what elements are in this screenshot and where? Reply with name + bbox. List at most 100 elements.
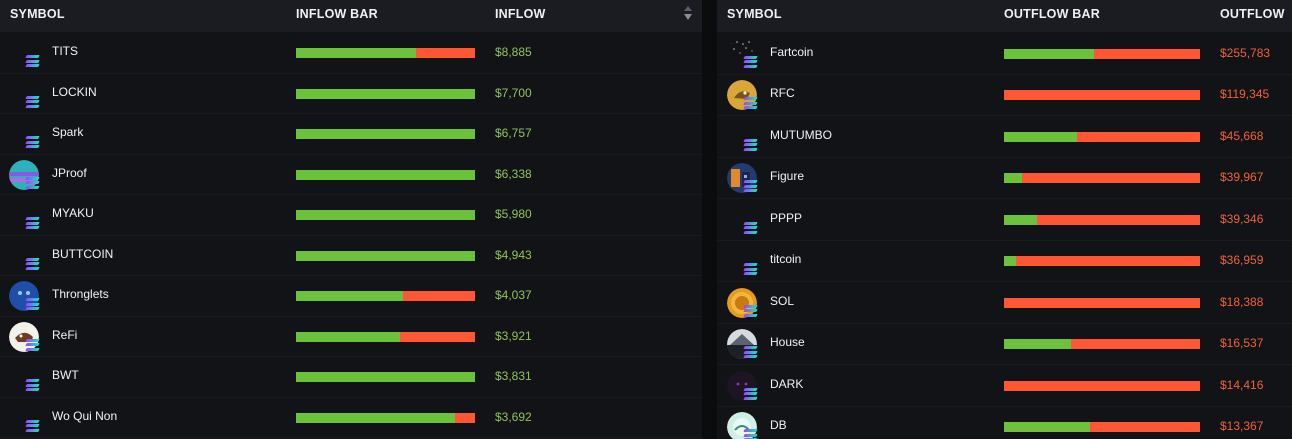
token-symbol[interactable]: LOCKIN bbox=[52, 85, 97, 99]
flow-bar-fill bbox=[296, 129, 475, 140]
flow-bar-fill bbox=[296, 88, 475, 99]
flow-bar bbox=[1004, 90, 1200, 101]
flow-bar bbox=[1004, 214, 1200, 225]
table-row[interactable]: PPPP $39,346 bbox=[717, 199, 1292, 241]
table-row[interactable]: Spark $6,757 bbox=[0, 114, 702, 155]
solana-icon bbox=[743, 429, 758, 439]
table-row[interactable]: ReFi $3,921 bbox=[0, 317, 702, 357]
table-row[interactable]: MYAKU $5,980 bbox=[0, 195, 702, 236]
flow-bar-fill bbox=[1004, 422, 1091, 433]
table-row[interactable]: DARK $14,416 bbox=[717, 365, 1292, 407]
flow-bar bbox=[1004, 297, 1200, 308]
sort-desc-icon[interactable] bbox=[683, 6, 693, 24]
inflow-bar-column-header[interactable]: INFLOW BAR bbox=[296, 7, 378, 21]
token-symbol[interactable]: BUTTCOIN bbox=[52, 247, 113, 261]
token-symbol[interactable]: MUTUMBO bbox=[770, 128, 832, 142]
solana-icon bbox=[743, 55, 758, 68]
token-symbol[interactable]: House bbox=[770, 335, 805, 349]
outflow-bar-column-header[interactable]: OUTFLOW BAR bbox=[1004, 7, 1100, 21]
flow-bar bbox=[1004, 131, 1200, 142]
flow-bar-fill bbox=[296, 331, 400, 342]
inflow-column-header[interactable]: INFLOW bbox=[495, 7, 546, 21]
flow-bar-fill bbox=[1004, 173, 1022, 184]
token-symbol[interactable]: Wo Qui Non bbox=[52, 409, 117, 423]
token-symbol[interactable]: TITS bbox=[52, 44, 78, 58]
token-symbol[interactable]: SOL bbox=[770, 294, 794, 308]
token-symbol[interactable]: MYAKU bbox=[52, 206, 94, 220]
flow-bar bbox=[1004, 48, 1200, 59]
flow-value: $4,037 bbox=[495, 288, 532, 303]
flow-bar bbox=[296, 129, 475, 140]
flow-value: $6,338 bbox=[495, 166, 532, 181]
table-row[interactable]: House $16,537 bbox=[717, 324, 1292, 365]
token-symbol[interactable]: titcoin bbox=[770, 252, 801, 266]
solana-icon bbox=[25, 217, 40, 230]
flow-bar-fill bbox=[296, 250, 475, 261]
flow-value: $39,346 bbox=[1220, 211, 1264, 226]
flow-bar-fill bbox=[296, 48, 416, 59]
flow-value: $7,700 bbox=[495, 85, 532, 100]
token-symbol[interactable]: RFC bbox=[770, 86, 795, 100]
table-row[interactable]: Wo Qui Non $3,692 bbox=[0, 398, 702, 438]
flow-value: $39,967 bbox=[1220, 170, 1264, 185]
flow-bar-fill bbox=[1004, 256, 1016, 267]
token-symbol[interactable]: ReFi bbox=[52, 328, 77, 342]
symbol-column-header[interactable]: SYMBOL bbox=[10, 7, 65, 21]
solana-icon bbox=[743, 180, 758, 193]
outflow-table: SYMBOL OUTFLOW BAR OUTFLOW Fartcoin $255,… bbox=[717, 0, 1292, 439]
flow-bar bbox=[296, 412, 475, 423]
flow-bar-fill bbox=[296, 412, 456, 423]
token-symbol[interactable]: JProof bbox=[52, 166, 87, 180]
flow-value: $6,757 bbox=[495, 126, 532, 141]
flow-bar bbox=[296, 372, 475, 383]
flow-bar-fill bbox=[1004, 48, 1095, 59]
token-symbol[interactable]: BWT bbox=[52, 368, 79, 382]
flow-value: $8,885 bbox=[495, 45, 532, 60]
token-symbol[interactable]: DB bbox=[770, 418, 787, 432]
solana-icon bbox=[25, 257, 40, 270]
flow-value: $255,783 bbox=[1220, 45, 1271, 60]
flow-value: $119,345 bbox=[1220, 87, 1270, 102]
token-symbol[interactable]: Thronglets bbox=[52, 287, 109, 301]
panel-divider bbox=[702, 0, 717, 439]
flow-value: $4,943 bbox=[495, 247, 532, 262]
flow-bar bbox=[296, 331, 475, 342]
symbol-column-header[interactable]: SYMBOL bbox=[727, 7, 782, 21]
table-row[interactable]: Figure $39,967 bbox=[717, 158, 1292, 199]
solana-icon bbox=[25, 419, 40, 432]
solana-icon bbox=[743, 263, 758, 276]
table-row[interactable]: BWT $3,831 bbox=[0, 357, 702, 398]
table-row[interactable]: Fartcoin $255,783 bbox=[717, 33, 1292, 75]
flow-value: $3,921 bbox=[495, 328, 532, 343]
flow-bar bbox=[296, 210, 475, 221]
token-symbol[interactable]: Fartcoin bbox=[770, 45, 813, 59]
flow-bar bbox=[296, 88, 475, 99]
flow-bar bbox=[296, 169, 475, 180]
flow-bar bbox=[1004, 339, 1200, 350]
flow-bar bbox=[1004, 256, 1200, 267]
table-row[interactable]: RFC $119,345 bbox=[717, 75, 1292, 116]
table-row[interactable]: Thronglets $4,037 bbox=[0, 276, 702, 317]
solana-icon bbox=[25, 95, 40, 108]
outflow-column-header[interactable]: OUTFLOW bbox=[1220, 7, 1285, 21]
table-row[interactable]: SOL $18,388 bbox=[717, 282, 1292, 324]
outflow-table-header: SYMBOL OUTFLOW BAR OUTFLOW bbox=[717, 0, 1292, 32]
inflow-table-header: SYMBOL INFLOW BAR INFLOW bbox=[0, 0, 702, 32]
table-row[interactable]: JProof $6,338 bbox=[0, 155, 702, 195]
flow-bar bbox=[296, 250, 475, 261]
token-symbol[interactable]: Figure bbox=[770, 169, 804, 183]
table-row[interactable]: titcoin $36,959 bbox=[717, 241, 1292, 282]
table-row[interactable]: MUTUMBO $45,668 bbox=[717, 116, 1292, 158]
flow-value: $18,388 bbox=[1220, 294, 1264, 309]
solana-icon bbox=[25, 298, 40, 311]
token-symbol[interactable]: DARK bbox=[770, 377, 803, 391]
table-row[interactable]: TITS $8,885 bbox=[0, 33, 702, 74]
solana-icon bbox=[743, 387, 758, 400]
flow-bar-fill bbox=[296, 210, 475, 221]
table-row[interactable]: DB $13,367 bbox=[717, 407, 1292, 439]
token-symbol[interactable]: Spark bbox=[52, 125, 83, 139]
table-row[interactable]: BUTTCOIN $4,943 bbox=[0, 236, 702, 276]
flow-value: $14,416 bbox=[1220, 377, 1264, 392]
table-row[interactable]: LOCKIN $7,700 bbox=[0, 74, 702, 114]
token-symbol[interactable]: PPPP bbox=[770, 211, 802, 225]
